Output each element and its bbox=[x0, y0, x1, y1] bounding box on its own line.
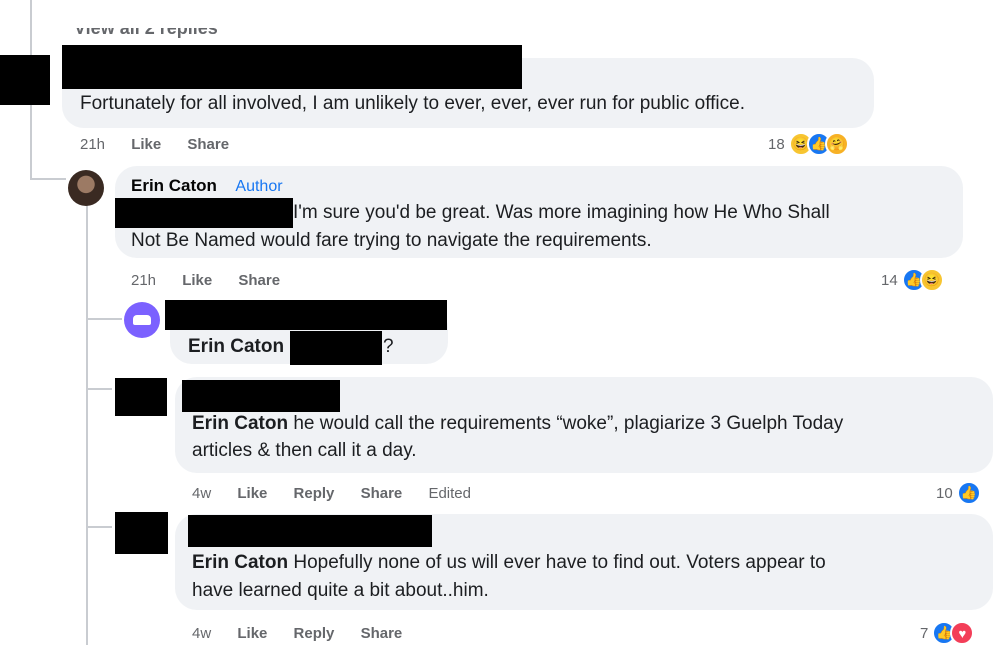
comment-timestamp[interactable]: 21h bbox=[131, 272, 156, 289]
thread-line bbox=[30, 178, 66, 180]
redacted-avatar bbox=[115, 378, 167, 416]
comment-timestamp[interactable]: 21h bbox=[80, 136, 105, 153]
avatar[interactable] bbox=[124, 302, 160, 338]
comment-author-name[interactable]: Erin Caton bbox=[131, 176, 217, 195]
comment-actions: 4w Like Reply Share Edited bbox=[192, 485, 493, 502]
redacted-text bbox=[290, 331, 382, 365]
redacted-author-name bbox=[62, 45, 522, 89]
comment-text-end: ? bbox=[383, 336, 394, 357]
reply-button[interactable]: Reply bbox=[294, 625, 335, 642]
reply-button[interactable]: Reply bbox=[294, 485, 335, 502]
reaction-summary[interactable]: 14 👍 😆 bbox=[881, 268, 944, 292]
comment-text: Erin Caton bbox=[188, 333, 284, 361]
thumbs-up-icon: 👍 bbox=[956, 481, 981, 505]
redacted-avatar bbox=[115, 512, 168, 554]
like-button[interactable]: Like bbox=[131, 136, 161, 153]
reaction-count: 18 bbox=[768, 135, 785, 153]
like-button[interactable]: Like bbox=[237, 625, 267, 642]
share-button[interactable]: Share bbox=[361, 485, 403, 502]
share-button[interactable]: Share bbox=[238, 272, 280, 289]
reaction-summary[interactable]: 10 👍 bbox=[936, 481, 981, 505]
comment-timestamp[interactable]: 4w bbox=[192, 625, 211, 642]
thread-line bbox=[86, 318, 122, 320]
redacted-author-name bbox=[188, 515, 432, 547]
reaction-count: 7 bbox=[920, 624, 929, 642]
edited-label: Edited bbox=[428, 485, 471, 502]
author-badge: Author bbox=[235, 178, 283, 195]
heart-icon: ♥ bbox=[950, 621, 975, 645]
redacted-author-name bbox=[182, 380, 340, 412]
view-all-replies-link[interactable]: View all 2 replies bbox=[74, 28, 218, 39]
reaction-summary[interactable]: 7 👍 ♥ bbox=[920, 621, 975, 645]
comment-author-row: Erin Caton Author bbox=[131, 176, 283, 196]
redacted-author-name bbox=[165, 300, 447, 330]
comment-text-line1: I'm sure you'd be great. Was more imagin… bbox=[293, 202, 830, 223]
comment-text-line2: Not Be Named would fare trying to naviga… bbox=[131, 230, 652, 251]
reaction-count: 14 bbox=[881, 271, 898, 289]
like-button[interactable]: Like bbox=[237, 485, 267, 502]
comment-actions: 21h Like Share bbox=[131, 272, 302, 289]
comment-text-line1: Erin Caton he would call the requirement… bbox=[192, 413, 844, 434]
comment-text-line1: Erin Caton Hopefully none of us will eve… bbox=[192, 552, 826, 573]
care-emoji-icon: 🤗 bbox=[824, 132, 849, 156]
laugh-emoji-icon: 😆 bbox=[919, 268, 944, 292]
comment-text: Fortunately for all involved, I am unlik… bbox=[80, 93, 745, 114]
share-button[interactable]: Share bbox=[361, 625, 403, 642]
like-button[interactable]: Like bbox=[182, 272, 212, 289]
comment-actions: 4w Like Reply Share bbox=[192, 625, 424, 642]
mention-erin-caton[interactable]: Erin Caton bbox=[192, 552, 288, 573]
thread-line bbox=[86, 388, 112, 390]
incognito-icon bbox=[133, 315, 151, 325]
comment-timestamp[interactable]: 4w bbox=[192, 485, 211, 502]
comment-text-line2: articles & then call it a day. bbox=[192, 440, 417, 461]
comment-text-line2: have learned quite a bit about..him. bbox=[192, 580, 489, 601]
comment-actions: 21h Like Share bbox=[80, 136, 251, 153]
mention-erin-caton[interactable]: Erin Caton bbox=[192, 413, 288, 434]
redacted-avatar bbox=[0, 55, 50, 105]
thread-line bbox=[86, 526, 112, 528]
thread-line bbox=[86, 205, 88, 645]
redacted-mention bbox=[115, 198, 293, 228]
avatar[interactable] bbox=[68, 170, 104, 206]
mention-erin-caton[interactable]: Erin Caton bbox=[188, 336, 284, 357]
reaction-summary[interactable]: 18 😆 👍 🤗 bbox=[768, 132, 849, 156]
share-button[interactable]: Share bbox=[187, 136, 229, 153]
reaction-count: 10 bbox=[936, 484, 953, 502]
